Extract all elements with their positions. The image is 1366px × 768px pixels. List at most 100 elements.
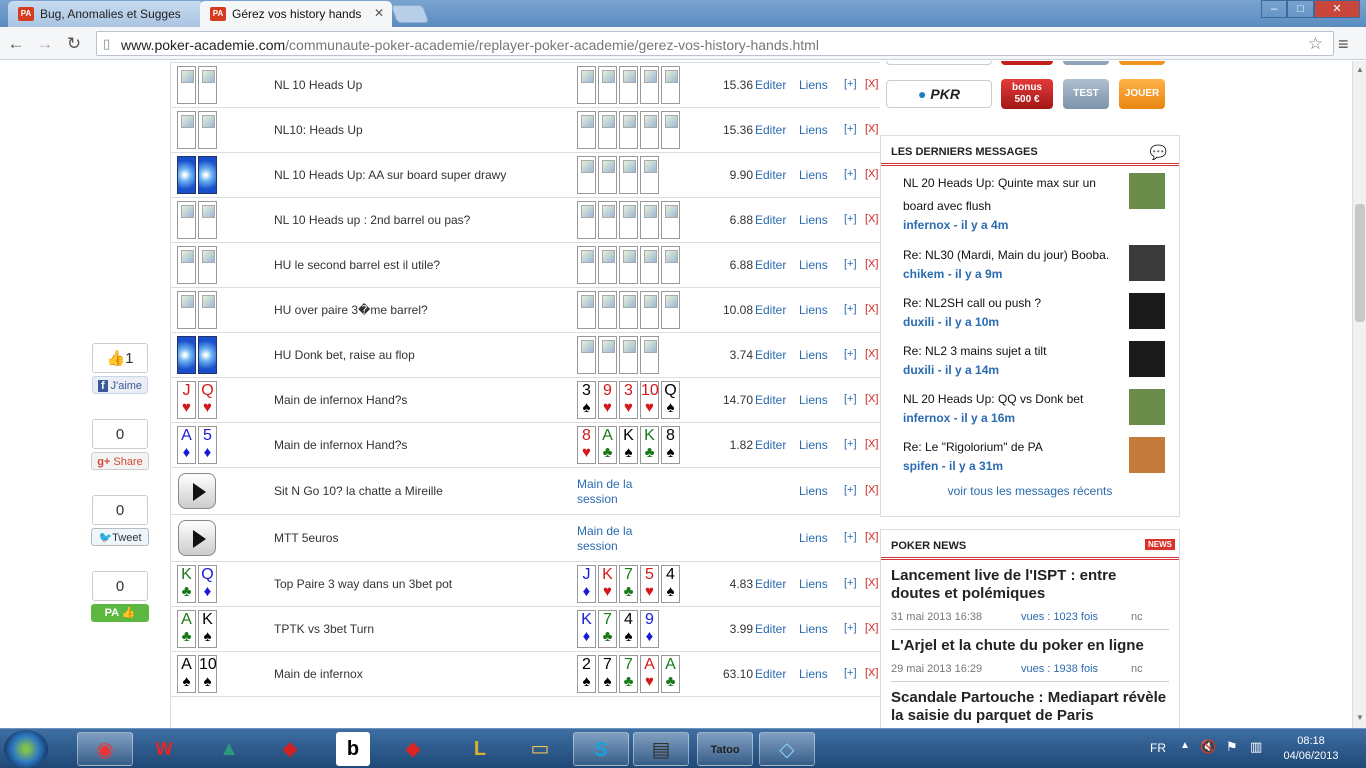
flag-icon[interactable]: ⚑ [1226, 739, 1238, 755]
edit-link[interactable]: Editer [755, 168, 786, 182]
expand-link[interactable]: [+] [844, 531, 857, 543]
winamax-taskbar-icon[interactable]: W [136, 732, 192, 766]
expand-link[interactable]: [+] [844, 258, 857, 270]
bwin-taskbar-icon[interactable]: b [336, 732, 370, 766]
pkr-logo[interactable]: ● PKR [886, 80, 992, 108]
delete-link[interactable]: [X] [865, 123, 878, 135]
links-link[interactable]: Liens [799, 348, 828, 362]
minimize-button[interactable]: – [1261, 0, 1287, 18]
tray-arrow-icon[interactable]: ▲ [1180, 740, 1190, 751]
menu-icon[interactable]: ≡ [1338, 34, 1349, 55]
edit-link[interactable]: Editer [755, 577, 786, 591]
forward-arrow-icon[interactable]: → [34, 33, 56, 55]
expand-link[interactable]: [+] [844, 438, 857, 450]
see-all-messages-link[interactable]: voir tous les messages récents [881, 478, 1179, 498]
news-item[interactable]: Lancement live de l'ISPT : entre doutes … [881, 560, 1179, 630]
links-link[interactable]: Liens [799, 622, 828, 636]
edit-link[interactable]: Editer [755, 622, 786, 636]
delete-link[interactable]: [X] [865, 348, 878, 360]
session-hand-link[interactable]: Main de la session [577, 524, 657, 554]
taskbar-clock[interactable]: 08:18 04/06/2013 [1276, 734, 1346, 764]
expand-link[interactable]: [+] [844, 577, 857, 589]
chrome-taskbar-icon[interactable]: ◉ [77, 732, 133, 766]
links-link[interactable]: Liens [799, 531, 828, 545]
tweet-button[interactable]: 🐦Tweet [91, 528, 149, 546]
scroll-down-arrow-icon[interactable]: ▼ [1356, 713, 1364, 722]
close-tab-icon[interactable]: ✕ [374, 6, 384, 20]
language-indicator[interactable]: FR [1150, 741, 1166, 755]
message-title[interactable]: NL 20 Heads Up: Quinte max sur un board … [903, 172, 1118, 218]
notepad-taskbar-icon[interactable]: ▤ [633, 732, 689, 766]
news-title[interactable]: Lancement live de l'ISPT : entre doutes … [891, 567, 1169, 603]
links-link[interactable]: Liens [799, 78, 828, 92]
delete-link[interactable]: [X] [865, 622, 878, 634]
news-item[interactable]: L'Arjel et la chute du poker en ligne 29 … [881, 630, 1179, 682]
expand-link[interactable]: [+] [844, 123, 857, 135]
message-title[interactable]: Re: NL30 (Mardi, Main du jour) Booba. [903, 244, 1118, 267]
close-window-button[interactable]: ✕ [1314, 0, 1360, 18]
delete-link[interactable]: [X] [865, 258, 878, 270]
edit-link[interactable]: Editer [755, 123, 786, 137]
avatar[interactable] [1129, 293, 1165, 329]
expand-link[interactable]: [+] [844, 78, 857, 90]
sponsor-test-top[interactable] [1063, 61, 1109, 65]
expand-link[interactable]: [+] [844, 168, 857, 180]
links-link[interactable]: Liens [799, 123, 828, 137]
edit-link[interactable]: Editer [755, 303, 786, 317]
app-taskbar-icon[interactable]: ◇ [759, 732, 815, 766]
sponsor-logo[interactable] [886, 61, 992, 65]
page-scrollbar[interactable]: ▲ ▼ [1352, 61, 1366, 728]
message-title[interactable]: Re: NL2 3 mains sujet a tilt [903, 340, 1118, 363]
tab-bug-anomalies[interactable]: PA Bug, Anomalies et Sugges [8, 1, 204, 27]
edit-link[interactable]: Editer [755, 667, 786, 681]
avatar[interactable] [1129, 341, 1165, 377]
diamond-app-taskbar-icon[interactable]: ◆ [385, 732, 441, 766]
message-title[interactable]: Re: NL2SH call ou push ? [903, 292, 1118, 315]
message-item[interactable]: NL 20 Heads Up: Quinte max sur un board … [881, 166, 1179, 238]
links-link[interactable]: Liens [799, 667, 828, 681]
tab-history-hands[interactable]: PA Gérez vos history hands ✕ [200, 1, 392, 27]
sponsor-play-top[interactable] [1119, 61, 1165, 65]
bonus-button[interactable]: bonus 500 € [1001, 79, 1053, 109]
links-link[interactable]: Liens [799, 484, 828, 498]
reload-icon[interactable]: ↻ [63, 33, 85, 55]
edit-link[interactable]: Editer [755, 258, 786, 272]
facebook-like-button[interactable]: f J'aime [92, 376, 148, 394]
google-share-button[interactable]: g+ Share [91, 452, 149, 470]
bookmark-star-icon[interactable]: ☆ [1308, 34, 1323, 54]
news-title[interactable]: L'Arjel et la chute du poker en ligne [891, 637, 1169, 655]
maximize-button[interactable]: □ [1287, 0, 1314, 18]
expand-link[interactable]: [+] [844, 667, 857, 679]
poker-app-taskbar-icon[interactable]: ◆ [262, 732, 318, 766]
edit-link[interactable]: Editer [755, 348, 786, 362]
expand-link[interactable]: [+] [844, 393, 857, 405]
links-link[interactable]: Liens [799, 577, 828, 591]
delete-link[interactable]: [X] [865, 577, 878, 589]
delete-link[interactable]: [X] [865, 78, 878, 90]
avatar[interactable] [1129, 437, 1165, 473]
links-link[interactable]: Liens [799, 438, 828, 452]
message-item[interactable]: NL 20 Heads Up: QQ vs Donk bet infernox -… [881, 382, 1179, 430]
news-title[interactable]: Scandale Partouche : Mediapart révèle la… [891, 689, 1169, 725]
delete-link[interactable]: [X] [865, 303, 878, 315]
scroll-up-arrow-icon[interactable]: ▲ [1356, 65, 1364, 74]
message-item[interactable]: Re: NL2 3 mains sujet a tilt duxili - il … [881, 334, 1179, 382]
network-icon[interactable]: ▥ [1250, 739, 1262, 755]
message-item[interactable]: Re: Le "Rigolorium" de PA spifen - il y a… [881, 430, 1179, 478]
league-taskbar-icon[interactable]: L [452, 732, 508, 766]
address-bar[interactable]: ▯ www.poker-academie.com/communaute-poke… [96, 31, 1334, 56]
volume-muted-icon[interactable]: 🔇 [1200, 739, 1216, 755]
play-replay-icon[interactable] [178, 473, 216, 509]
message-title[interactable]: NL 20 Heads Up: QQ vs Donk bet [903, 388, 1118, 411]
message-item[interactable]: Re: NL2SH call ou push ? duxili - il y a … [881, 286, 1179, 334]
start-button[interactable] [4, 730, 48, 768]
expand-link[interactable]: [+] [844, 303, 857, 315]
avatar[interactable] [1129, 389, 1165, 425]
expand-link[interactable]: [+] [844, 213, 857, 225]
links-link[interactable]: Liens [799, 168, 828, 182]
links-link[interactable]: Liens [799, 258, 828, 272]
new-tab-button[interactable] [390, 5, 430, 23]
session-hand-link[interactable]: Main de la session [577, 477, 657, 507]
news-item[interactable]: Scandale Partouche : Mediapart révèle la… [881, 682, 1179, 728]
message-item[interactable]: Re: NL30 (Mardi, Main du jour) Booba. chi… [881, 238, 1179, 286]
